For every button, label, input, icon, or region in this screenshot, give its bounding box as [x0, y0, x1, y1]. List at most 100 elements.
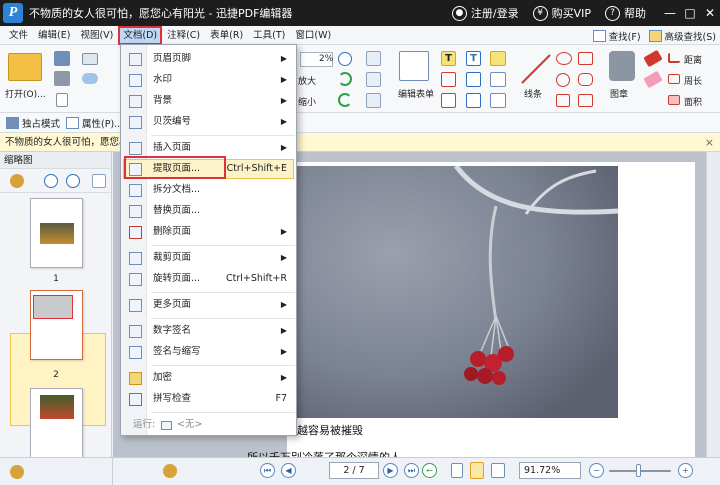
zoom-in-button[interactable]: +	[678, 463, 693, 478]
find-button[interactable]: 查找(F)	[592, 29, 641, 43]
select-text-icon[interactable]	[366, 51, 381, 66]
vertical-scrollbar[interactable]	[706, 152, 720, 457]
menu-item-run[interactable]: 运行: <无>	[121, 415, 296, 435]
stamp-label[interactable]: 图章	[610, 87, 628, 100]
hand-icon[interactable]	[366, 93, 381, 108]
stamp-icon[interactable]	[609, 51, 635, 81]
menu-item-spell-check[interactable]: 拼写检查 F7	[121, 389, 296, 409]
open-button-label[interactable]: 打开(O)...	[5, 87, 46, 100]
next-page-button[interactable]: ▶	[383, 463, 398, 478]
menu-item-bates-number[interactable]: 贝茨编号 ▶	[121, 112, 296, 132]
help-button[interactable]: ? 帮助	[605, 5, 646, 21]
menu-view[interactable]: 视图(V)	[75, 26, 118, 45]
edit-form-label[interactable]: 编辑表单	[398, 87, 434, 100]
menu-tools[interactable]: 工具(T)	[248, 26, 290, 45]
facing-view-icon[interactable]	[491, 463, 505, 478]
menu-item-digital-signature[interactable]: 数字签名 ▶	[121, 321, 296, 341]
menu-document[interactable]: 文档(D)	[118, 25, 163, 45]
back-button[interactable]: ←	[422, 463, 437, 478]
close-button[interactable]: ✕	[700, 6, 720, 20]
underline-icon[interactable]	[490, 93, 506, 108]
zoom-combo[interactable]: 2%	[300, 52, 333, 67]
text-box-icon[interactable]: T	[441, 51, 456, 66]
line-tool-label[interactable]: 线条	[524, 87, 542, 100]
zoom-slider-handle[interactable]	[636, 464, 641, 477]
menu-item-delete-page[interactable]: 删除页面 ▶	[121, 222, 296, 242]
edit-form-icon[interactable]	[399, 51, 429, 81]
advanced-find-button[interactable]: 高级查找(S)	[648, 29, 716, 43]
menu-form[interactable]: 表单(R)	[205, 26, 248, 45]
thumbnail-page-2[interactable]	[30, 290, 83, 360]
mail-icon[interactable]	[82, 53, 98, 65]
polygon-icon[interactable]	[578, 52, 593, 65]
exclusive-mode-button[interactable]: 独占模式	[6, 116, 60, 130]
sound-icon[interactable]	[466, 93, 481, 108]
menu-file[interactable]: 文件	[4, 26, 33, 45]
menu-window[interactable]: 窗口(W)	[290, 26, 336, 45]
thumbnail-zoom-out-icon[interactable]	[66, 174, 80, 188]
last-page-button[interactable]: ⏭	[404, 463, 419, 478]
ellipse-icon[interactable]	[556, 52, 572, 65]
menu-item-header-footer[interactable]: 页眉页脚 ▶	[121, 49, 296, 69]
buy-vip-button[interactable]: ¥ 购买VIP	[532, 5, 591, 21]
menu-item-more-pages[interactable]: 更多页面 ▶	[121, 295, 296, 315]
thumbnail-settings-icon[interactable]	[10, 465, 24, 479]
menu-item-encrypt[interactable]: 加密 ▶	[121, 368, 296, 388]
page-icon[interactable]	[56, 93, 68, 107]
menu-edit[interactable]: 编辑(E)	[33, 26, 75, 45]
measure-icon[interactable]	[643, 70, 663, 89]
zoom-level-input[interactable]: 91.72%	[519, 462, 581, 479]
page-number-input[interactable]: 2 / 7	[329, 462, 379, 479]
area-button[interactable]: 面积	[684, 95, 702, 108]
distance-button[interactable]: 距离	[684, 53, 702, 66]
prev-page-button[interactable]: ◀	[281, 463, 296, 478]
open-folder-icon[interactable]	[8, 53, 42, 81]
single-page-view-icon[interactable]	[451, 463, 463, 478]
menu-item-crop-page[interactable]: 裁剪页面 ▶	[121, 248, 296, 268]
fit-width-label[interactable]: 放大	[298, 74, 316, 87]
menu-item-background[interactable]: 背景 ▶	[121, 91, 296, 111]
line-tool-icon[interactable]	[518, 51, 554, 87]
attachment-icon[interactable]	[466, 72, 481, 87]
zoom-out-button[interactable]: −	[589, 463, 604, 478]
menu-item-sign-initial[interactable]: 签名与缩写 ▶	[121, 342, 296, 362]
callout-icon[interactable]	[441, 72, 456, 87]
menu-item-insert-page[interactable]: 插入页面 ▶	[121, 138, 296, 158]
eraser-icon[interactable]	[643, 49, 663, 68]
continuous-view-icon[interactable]	[470, 462, 484, 479]
cloud-icon[interactable]	[82, 73, 98, 84]
menu-item-replace-page[interactable]: 替换页面...	[121, 201, 296, 221]
snapshot-icon[interactable]	[366, 72, 381, 87]
thumbnail-rotate-icon[interactable]	[92, 174, 106, 188]
menu-item-split-document[interactable]: 拆分文档...	[121, 180, 296, 200]
menu-item-rotate-page[interactable]: 旋转页面... Ctrl+Shift+R	[121, 269, 296, 289]
sticky-note-icon[interactable]	[490, 51, 506, 66]
thumbnail-page-1[interactable]	[30, 198, 83, 268]
thumbnail-zoom-in-icon[interactable]	[44, 174, 58, 188]
rotate-ccw-icon[interactable]	[338, 93, 352, 107]
menu-item-watermark[interactable]: 水印 ▶	[121, 70, 296, 90]
fit-page-label[interactable]: 缩小	[298, 95, 316, 108]
statusbar-settings-icon[interactable]	[163, 464, 177, 478]
print-icon[interactable]	[54, 71, 70, 86]
first-page-button[interactable]: ⏮	[260, 463, 275, 478]
register-login-button[interactable]: ● 注册/登录	[451, 5, 519, 21]
maximize-button[interactable]: □	[680, 6, 700, 20]
zoom-in-icon[interactable]	[338, 52, 352, 66]
note-icon[interactable]: T	[466, 51, 481, 66]
perimeter-button[interactable]: 周长	[684, 74, 702, 87]
save-icon[interactable]	[54, 51, 70, 66]
minimize-button[interactable]: —	[660, 6, 680, 20]
rectangle-icon[interactable]	[556, 94, 570, 107]
cloud-shape-icon[interactable]	[578, 73, 593, 86]
notice-close-button[interactable]: ×	[705, 133, 714, 151]
highlight-icon[interactable]	[490, 72, 506, 87]
pencil-icon[interactable]	[578, 94, 593, 107]
menu-comment[interactable]: 注释(C)	[162, 26, 205, 45]
circle-icon[interactable]	[556, 73, 570, 87]
thumbnail-page-3[interactable]	[30, 388, 83, 458]
typewriter-icon[interactable]	[441, 93, 456, 108]
thumbnail-options-icon[interactable]	[10, 174, 24, 188]
properties-button[interactable]: 属性(P)...	[66, 116, 123, 130]
rotate-cw-icon[interactable]	[338, 72, 352, 86]
